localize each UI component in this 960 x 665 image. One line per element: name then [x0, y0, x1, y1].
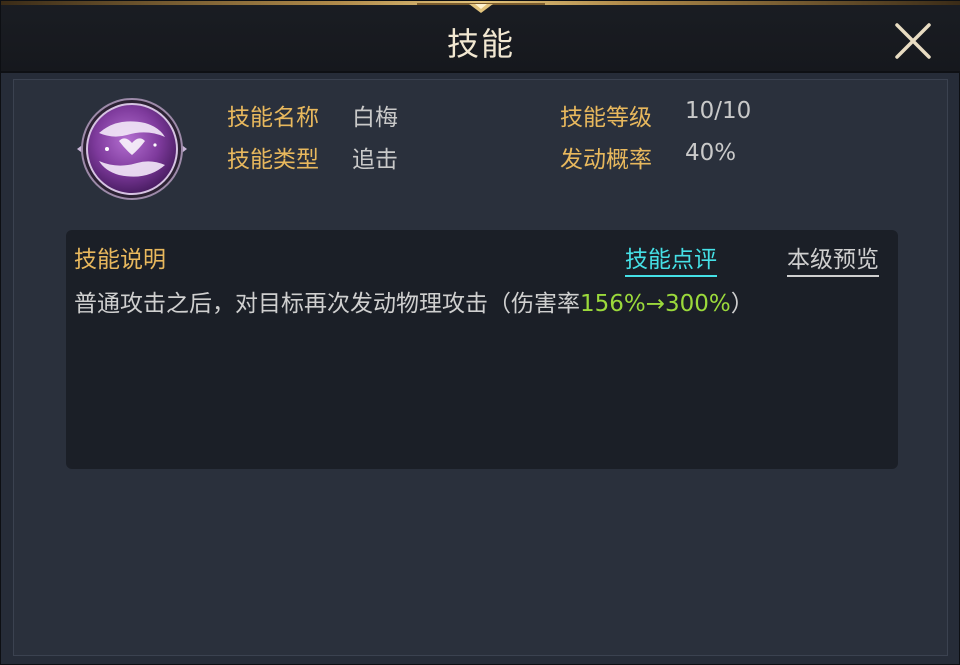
description-text-prefix: 普通攻击之后，对目标再次发动物理攻击（伤害率 — [74, 291, 580, 317]
skill-name-label: 技能名称 — [227, 105, 319, 131]
close-icon[interactable] — [891, 19, 935, 63]
skill-name-value: 白梅 — [352, 105, 398, 131]
trigger-chance-label: 发动概率 — [560, 147, 652, 173]
skill-type-label: 技能类型 — [227, 147, 319, 173]
skill-dialog: 技能 技能名称 白梅 技能等级 10/10 技能类型 追击 发动概率 40% 技… — [0, 0, 960, 665]
damage-rate-highlight: 156%→300% — [580, 291, 731, 317]
title-bar: 技能 — [1, 1, 960, 73]
description-panel — [66, 230, 898, 469]
skill-review-link[interactable]: 技能点评 — [625, 240, 717, 277]
skill-emblem-icon — [77, 98, 187, 200]
level-preview-link[interactable]: 本级预览 — [787, 240, 879, 277]
description-text-suffix: ） — [730, 291, 754, 317]
title-ornament-icon — [417, 3, 545, 13]
skill-level-label: 技能等级 — [560, 105, 652, 131]
description-text: 普通攻击之后，对目标再次发动物理攻击（伤害率156%→300%） — [74, 284, 754, 318]
trigger-chance-value: 40% — [685, 140, 737, 166]
dialog-title: 技能 — [446, 25, 515, 63]
description-title: 技能说明 — [74, 247, 166, 273]
skill-type-value: 追击 — [352, 147, 398, 173]
skill-level-value: 10/10 — [685, 98, 752, 124]
